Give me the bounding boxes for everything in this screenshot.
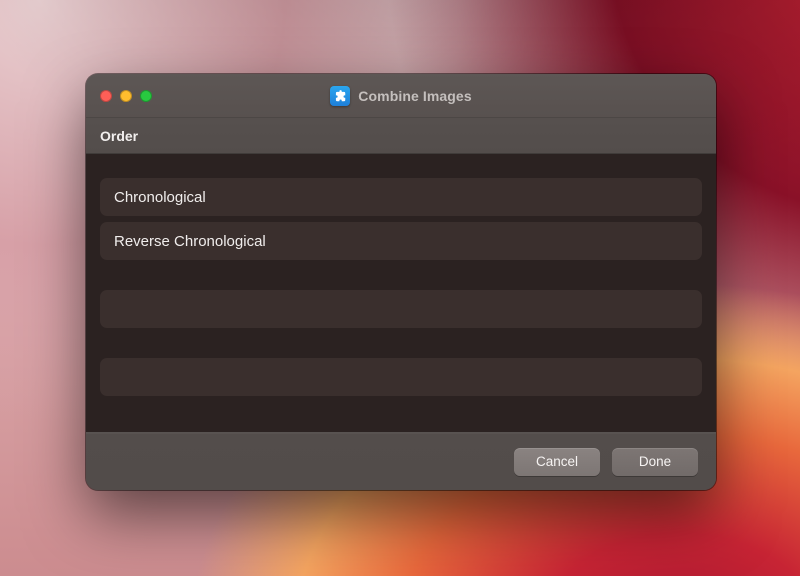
- list-gap: [100, 266, 702, 284]
- dialog-footer: Cancel Done: [86, 432, 716, 490]
- option-label: Reverse Chronological: [114, 233, 266, 250]
- list-gap: [100, 334, 702, 352]
- section-header: Order: [86, 118, 716, 154]
- section-header-label: Order: [100, 128, 138, 144]
- minimize-window-button[interactable]: [120, 90, 132, 102]
- option-empty[interactable]: [100, 358, 702, 396]
- option-reverse-chronological[interactable]: Reverse Chronological: [100, 222, 702, 260]
- close-window-button[interactable]: [100, 90, 112, 102]
- option-label: Chronological: [114, 189, 206, 206]
- titlebar: Combine Images: [86, 74, 716, 118]
- option-chronological[interactable]: Chronological: [100, 178, 702, 216]
- content-area: Chronological Reverse Chronological: [86, 154, 716, 432]
- puzzle-icon: [330, 86, 350, 106]
- zoom-window-button[interactable]: [140, 90, 152, 102]
- done-button[interactable]: Done: [612, 448, 698, 476]
- dialog-window: Combine Images Order Chronological Rever…: [86, 74, 716, 490]
- option-empty[interactable]: [100, 290, 702, 328]
- cancel-button[interactable]: Cancel: [514, 448, 600, 476]
- window-controls: [86, 90, 152, 102]
- title-center: Combine Images: [86, 86, 716, 106]
- window-title: Combine Images: [358, 88, 471, 104]
- options-list: Chronological Reverse Chronological: [100, 178, 702, 376]
